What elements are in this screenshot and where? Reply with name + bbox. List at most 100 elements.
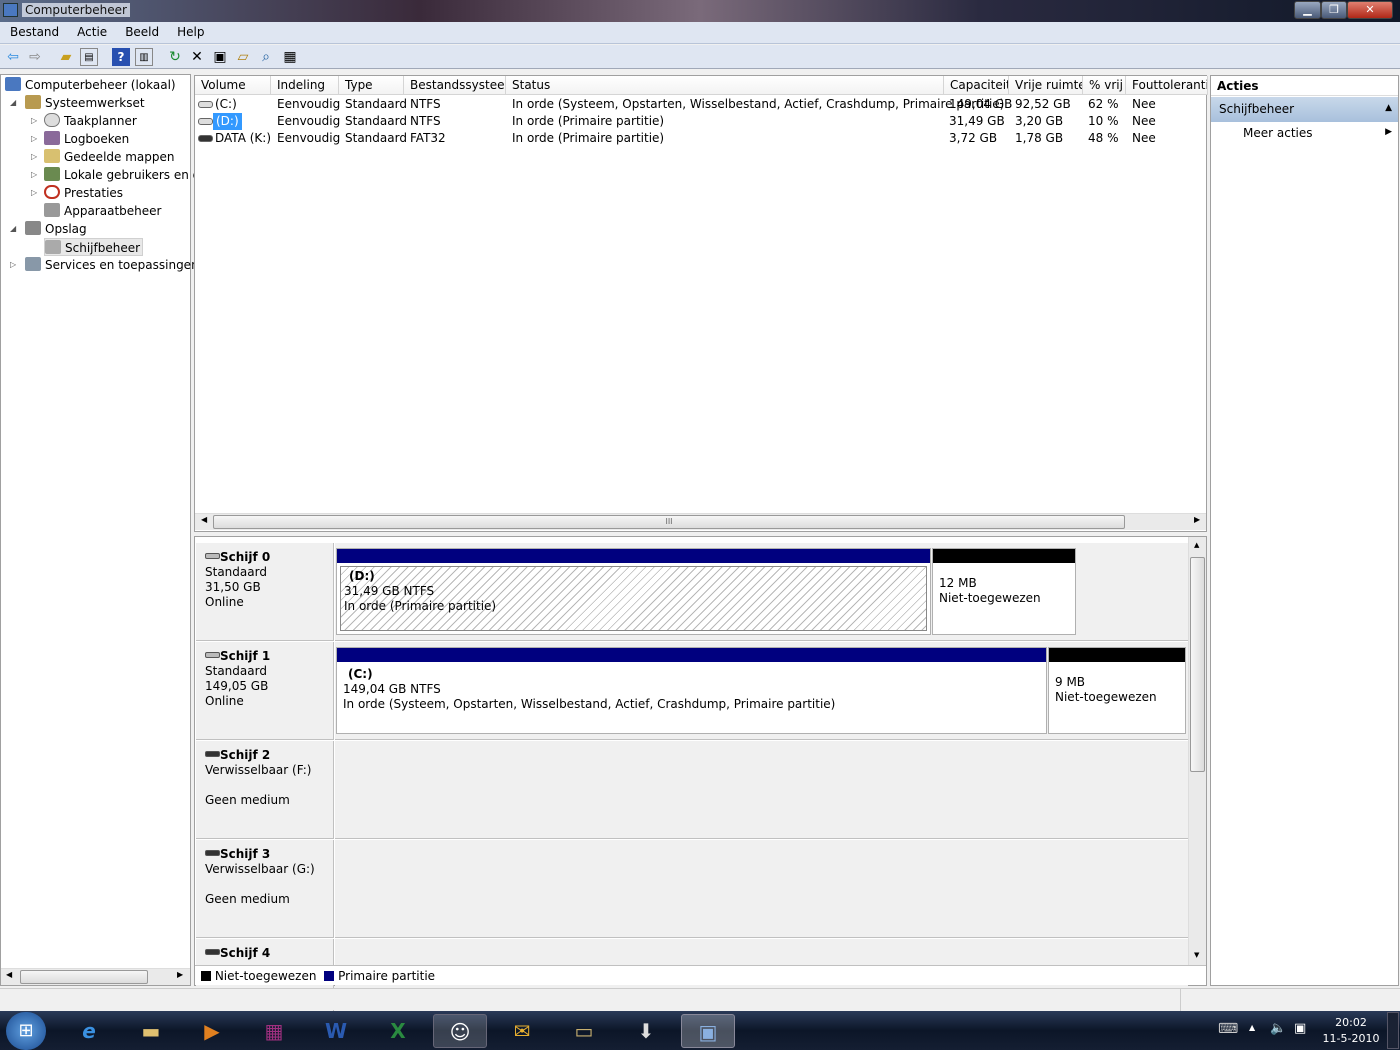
disk-label-2[interactable]: Schijf 2 Verwisselbaar (F:) Geen medium: [196, 741, 334, 839]
table-cell[interactable]: 48 %: [1088, 130, 1119, 147]
keyboard-icon[interactable]: ⌨: [1218, 1021, 1238, 1037]
show-desktop-button[interactable]: [1387, 1012, 1399, 1049]
table-cell[interactable]: 3,20 GB: [1015, 113, 1063, 130]
collapse-arrow-icon[interactable]: ◢: [10, 94, 16, 112]
column-header-type[interactable]: Type: [339, 76, 404, 95]
table-cell[interactable]: (D:): [213, 113, 242, 130]
table-cell[interactable]: 10 %: [1088, 113, 1119, 130]
show-hidden-icons-icon[interactable]: ▲: [1249, 1023, 1255, 1032]
table-cell[interactable]: (C:): [215, 96, 237, 113]
scroll-down-icon[interactable]: ▼: [1194, 951, 1199, 959]
tree-item-storage[interactable]: Opslag: [25, 220, 87, 238]
column-header-free-space[interactable]: Vrije ruimte: [1009, 76, 1083, 95]
taskbar-internet-explorer[interactable]: e: [62, 1014, 116, 1048]
clock[interactable]: 20:02 11-5-2010: [1318, 1015, 1384, 1047]
column-header-volume[interactable]: Volume: [195, 76, 271, 95]
start-button[interactable]: ⊞: [6, 1012, 46, 1050]
tree-horizontal-scrollbar[interactable]: ◀ ▶: [1, 968, 190, 985]
expand-arrow-icon[interactable]: ▷: [31, 184, 37, 202]
back-icon[interactable]: ⇦: [4, 48, 22, 66]
tree-item-computer-management[interactable]: Computerbeheer (lokaal): [5, 76, 176, 94]
explore-icon[interactable]: ⌕: [257, 48, 275, 66]
table-cell[interactable]: NTFS: [410, 96, 441, 113]
table-cell[interactable]: Nee: [1132, 113, 1156, 130]
taskbar-computer-management[interactable]: ▣: [681, 1014, 735, 1048]
taskbar-excel[interactable]: X: [371, 1014, 425, 1048]
refresh-icon[interactable]: ↻: [166, 48, 184, 66]
scroll-thumb[interactable]: III: [213, 515, 1125, 529]
taskbar-word[interactable]: W: [309, 1014, 363, 1048]
column-header-filesystem[interactable]: Bestandssysteem: [404, 76, 506, 95]
menu-bestand[interactable]: Bestand: [0, 22, 67, 39]
table-cell[interactable]: 149,04 GB: [949, 96, 1012, 113]
close-button[interactable]: ✕: [1347, 1, 1393, 19]
table-cell[interactable]: In orde (Primaire partitie): [512, 130, 664, 147]
unallocated-space[interactable]: 9 MB Niet-toegewezen: [1048, 647, 1186, 734]
taskbar-windows-explorer[interactable]: ▬: [124, 1014, 178, 1048]
action-more-actions[interactable]: Meer acties ▶: [1211, 124, 1398, 144]
taskbar-winrar[interactable]: ▦: [247, 1014, 301, 1048]
scroll-thumb[interactable]: [1190, 557, 1205, 772]
tree-item-shared-folders[interactable]: Gedeelde mappen: [44, 148, 174, 166]
network-icon[interactable]: ▣: [1294, 1021, 1306, 1036]
table-cell[interactable]: 3,72 GB: [949, 130, 997, 147]
taskbar-download-app[interactable]: ⬇: [619, 1014, 673, 1048]
column-header-fault-tolerance[interactable]: Fouttolerantie: [1126, 76, 1208, 95]
taskbar-folder-app[interactable]: ▭: [557, 1014, 611, 1048]
scroll-right-icon[interactable]: ▶: [1194, 515, 1200, 524]
forward-icon[interactable]: ⇨: [26, 48, 44, 66]
menu-beeld[interactable]: Beeld: [115, 22, 167, 39]
actions-section-disk-management[interactable]: Schijfbeheer ▲: [1211, 97, 1398, 122]
delete-icon[interactable]: ✕: [188, 48, 206, 66]
tree-item-task-scheduler[interactable]: Taakplanner: [44, 112, 137, 130]
show-hide-tree-icon[interactable]: ▤: [80, 48, 98, 66]
menu-actie[interactable]: Actie: [67, 22, 115, 39]
table-cell[interactable]: Nee: [1132, 130, 1156, 147]
column-header-status[interactable]: Status: [506, 76, 944, 95]
partition[interactable]: (C:) 149,04 GB NTFS In orde (Systeem, Opst…: [336, 647, 1047, 734]
volume-icon[interactable]: 🔈: [1270, 1021, 1286, 1036]
table-cell[interactable]: Standaard: [345, 96, 407, 113]
restore-button[interactable]: ❐: [1321, 1, 1347, 19]
properties-icon[interactable]: ▣: [211, 48, 229, 66]
disk-label-1[interactable]: Schijf 1 Standaard 149,05 GB Online: [196, 642, 334, 740]
tree-item-event-viewer[interactable]: Logboeken: [44, 130, 129, 148]
unallocated-space[interactable]: 12 MB Niet-toegewezen: [932, 548, 1076, 635]
table-cell[interactable]: 62 %: [1088, 96, 1119, 113]
disk-settings-icon[interactable]: ▦: [281, 48, 299, 66]
tree-item-system-tools[interactable]: Systeemwerkset: [25, 94, 145, 112]
scroll-up-icon[interactable]: ▲: [1194, 541, 1199, 549]
column-header-percent-free[interactable]: % vrij: [1083, 76, 1126, 95]
table-cell[interactable]: Eenvoudig: [277, 96, 340, 113]
tree-item-device-manager[interactable]: Apparaatbeheer: [44, 202, 161, 220]
expand-arrow-icon[interactable]: ▷: [31, 166, 37, 184]
table-cell[interactable]: In orde (Systeem, Opstarten, Wisselbesta…: [512, 96, 1004, 113]
up-folder-icon[interactable]: ▰: [57, 48, 75, 66]
open-icon[interactable]: ▱: [234, 48, 252, 66]
table-cell[interactable]: 31,49 GB: [949, 113, 1005, 130]
disk-label-0[interactable]: Schijf 0 Standaard 31,50 GB Online: [196, 543, 334, 641]
disk-map-vertical-scrollbar[interactable]: ▲ ▼: [1188, 537, 1206, 965]
scroll-thumb[interactable]: [20, 970, 148, 984]
taskbar-media-player[interactable]: ▶: [185, 1014, 239, 1048]
table-cell[interactable]: Eenvoudig: [277, 113, 340, 130]
help-icon[interactable]: ?: [112, 48, 130, 66]
menu-help[interactable]: Help: [167, 22, 212, 39]
scroll-right-icon[interactable]: ▶: [177, 970, 183, 979]
table-cell[interactable]: Standaard: [345, 113, 407, 130]
minimize-button[interactable]: ▁: [1294, 1, 1321, 19]
tree-item-performance[interactable]: Prestaties: [44, 184, 123, 202]
table-cell[interactable]: NTFS: [410, 113, 441, 130]
table-cell[interactable]: Standaard: [345, 130, 407, 147]
table-cell[interactable]: FAT32: [410, 130, 446, 147]
expand-arrow-icon[interactable]: ▷: [31, 148, 37, 166]
table-cell[interactable]: Nee: [1132, 96, 1156, 113]
show-hide-action-pane-icon[interactable]: ▥: [135, 48, 153, 66]
tree-item-services[interactable]: Services en toepassingen: [25, 256, 199, 274]
table-cell[interactable]: DATA (K:): [215, 130, 271, 147]
table-cell[interactable]: 92,52 GB: [1015, 96, 1071, 113]
table-cell[interactable]: In orde (Primaire partitie): [512, 113, 664, 130]
taskbar-network-app[interactable]: ☺: [433, 1014, 487, 1048]
scroll-left-icon[interactable]: ◀: [201, 515, 207, 524]
taskbar-outlook-express[interactable]: ✉: [495, 1014, 549, 1048]
